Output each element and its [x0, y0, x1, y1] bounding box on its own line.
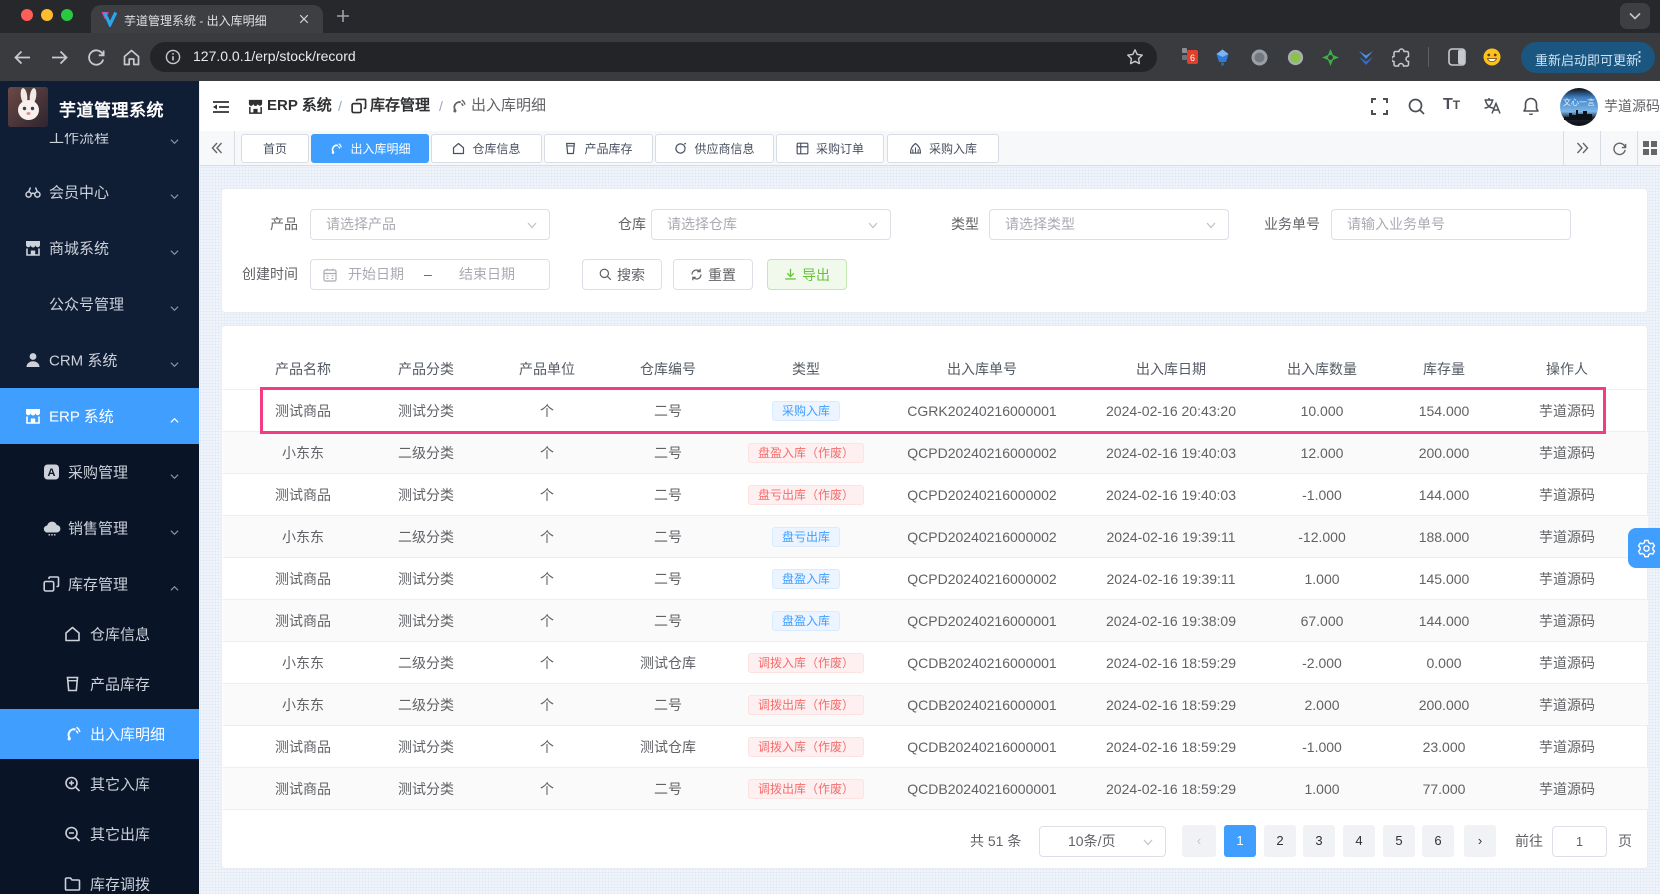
- svg-text:文心一言: 文心一言: [1563, 97, 1595, 107]
- svg-text:A: A: [48, 467, 56, 479]
- svg-text:6: 6: [1190, 53, 1195, 63]
